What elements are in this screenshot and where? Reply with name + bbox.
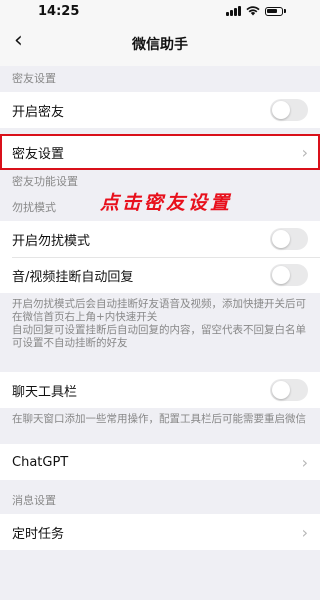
tap-close-friend-annotation: 点击密友设置 [100,192,233,214]
battery-icon [265,6,286,16]
dnd-toggle-row: 开启勿扰模式 [0,221,320,257]
dnd-toggle[interactable] [270,228,308,250]
section-header-message: 消息设置 [12,494,56,507]
signal-icon [226,6,241,16]
toolbar-description: 在聊天窗口添加一些常用操作，配置工具栏后可能需要重启微信 [12,413,306,425]
auto-reply-row: 音/视频挂断自动回复 [0,257,320,293]
auto-reply-toggle[interactable] [270,264,308,286]
toolbar-label: 聊天工具栏 [12,384,78,400]
chatgpt-row[interactable]: ChatGPT › [0,444,320,480]
auto-reply-label: 音/视频挂断自动回复 [12,269,134,285]
close-friend-settings-row[interactable]: 密友设置 › [0,134,320,170]
close-friend-toggle-label: 开启密友 [12,104,65,120]
toolbar-toggle[interactable] [270,379,308,401]
chevron-right-icon: › [301,452,308,472]
close-friend-toggle-row: 开启密友 [0,92,320,128]
chatgpt-label: ChatGPT [12,454,69,470]
chevron-right-icon: › [301,522,308,542]
toolbar-toggle-row: 聊天工具栏 [0,372,320,408]
dnd-toggle-label: 开启勿扰模式 [12,233,91,249]
scheduled-task-label: 定时任务 [12,526,65,542]
close-friend-settings-label: 密友设置 [12,146,65,162]
dnd-description-2: 自动回复可设置挂断后自动回复的内容，留空代表不回复白名单可设置不自动挂断的好友 [12,324,306,349]
section-header-close-friend-features: 密友功能设置 [12,175,78,188]
chevron-right-icon: › [301,142,308,162]
back-chevron-icon[interactable]: ‹ [8,28,29,53]
status-time: 14:25 [38,3,80,19]
section-header-close-friend: 密友设置 [12,72,56,85]
dnd-description-1: 开启勿扰模式后会自动挂断好友语音及视频，添加快捷开关后可在微信首页右上角+内快速… [12,298,306,323]
wifi-icon [246,6,260,16]
status-icons [226,6,286,16]
close-friend-toggle[interactable] [270,99,308,121]
status-bar: 14:25 [0,0,320,22]
scheduled-task-row[interactable]: 定时任务 › [0,514,320,550]
nav-bar: ‹ 微信助手 [0,22,320,66]
page-title: 微信助手 [132,37,188,53]
